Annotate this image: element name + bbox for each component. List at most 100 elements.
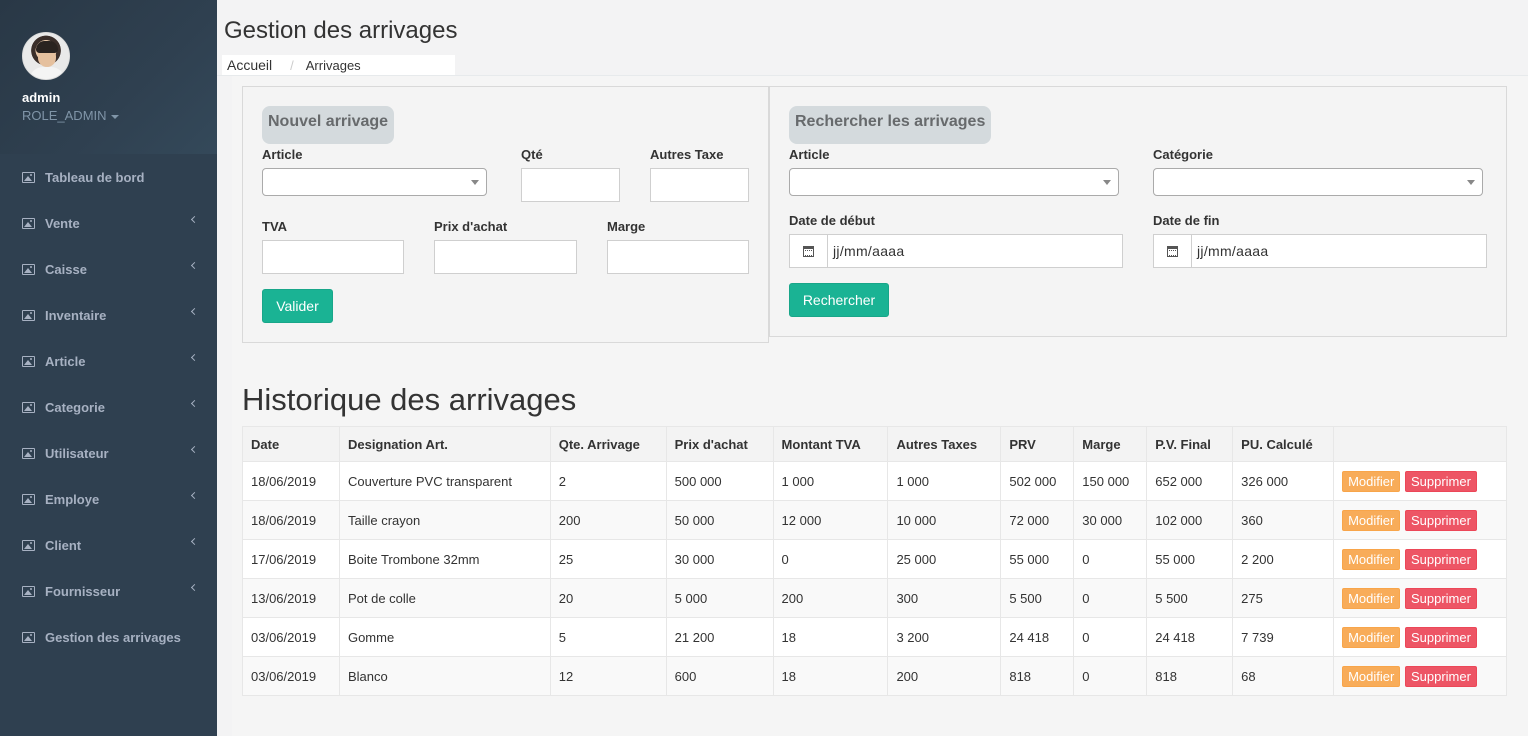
supprimer-button[interactable]: Supprimer (1404, 587, 1477, 609)
supprimer-button[interactable]: Supprimer (1404, 626, 1477, 648)
table-cell: 12 (549, 656, 667, 696)
date-fin-label: Date de fin (1153, 213, 1220, 228)
chevron-left-icon (190, 215, 199, 224)
table-cell: 2 (549, 461, 667, 501)
sidebar-item-employe[interactable]: Employe (0, 476, 217, 522)
modifier-button[interactable]: Modifier (1342, 626, 1401, 648)
sidebar-item-utilisateur[interactable]: Utilisateur (0, 430, 217, 476)
profile-section: admin ROLE_ADMIN (0, 0, 217, 154)
column-header: Montant TVA (772, 426, 889, 462)
table-cell: 72 000 (1000, 500, 1075, 540)
table-cell: 55 000 (1146, 539, 1234, 579)
search-article-select[interactable] (789, 168, 1119, 196)
date-fin-input[interactable]: jj/mm/aaaa (1192, 235, 1268, 267)
column-header: Designation Art. (338, 426, 551, 462)
sidebar-item-vente[interactable]: Vente (0, 200, 217, 246)
sidebar-item-caisse[interactable]: Caisse (0, 246, 217, 292)
avatar[interactable] (22, 32, 70, 80)
table-cell: 5 500 (1146, 578, 1234, 618)
table-cell: 0 (1073, 656, 1148, 696)
new-arrival-panel: Nouvel arrivage Article Qté Autres Taxe … (242, 86, 769, 343)
supprimer-button[interactable]: Supprimer (1404, 509, 1477, 531)
autres-taxe-label: Autres Taxe (650, 147, 724, 162)
image-icon (22, 355, 35, 367)
prix-achat-input[interactable] (434, 240, 577, 274)
table-cell: 500 000 (665, 461, 774, 501)
modifier-button[interactable]: Modifier (1342, 548, 1401, 570)
actions-cell: Modifier Supprimer (1333, 578, 1507, 618)
sidebar-item-label: Utilisateur (45, 445, 109, 461)
breadcrumb-current: Arrivages (305, 57, 361, 73)
user-role-label: ROLE_ADMIN (22, 108, 107, 123)
column-header: Date (242, 426, 340, 462)
table-cell: 600 (665, 656, 774, 696)
sidebar-item-categorie[interactable]: Categorie (0, 384, 217, 430)
supprimer-button[interactable]: Supprimer (1404, 470, 1477, 492)
article-label: Article (262, 147, 303, 162)
table-cell: Gomme (338, 617, 551, 657)
table-cell: Pot de colle (338, 578, 551, 618)
column-header: Qte. Arrivage (549, 426, 667, 462)
modifier-button[interactable]: Modifier (1342, 665, 1401, 687)
sidebar-item-label: Tableau de bord (45, 169, 145, 185)
table-cell: Blanco (338, 656, 551, 696)
sidebar-item-gestion-des-arrivages[interactable]: Gestion des arrivages (0, 614, 217, 660)
table-cell: 68 (1232, 656, 1335, 696)
modifier-button[interactable]: Modifier (1342, 470, 1401, 492)
user-role-dropdown[interactable]: ROLE_ADMIN (22, 108, 195, 123)
sidebar-item-inventaire[interactable]: Inventaire (0, 292, 217, 338)
table-cell: 818 (1000, 656, 1075, 696)
sidebar-item-article[interactable]: Article (0, 338, 217, 384)
date-debut-field[interactable]: jj/mm/aaaa (789, 234, 1123, 268)
column-header: Marge (1073, 426, 1148, 462)
table-cell: 3 200 (887, 617, 1002, 657)
image-icon (22, 539, 35, 551)
date-fin-field[interactable]: jj/mm/aaaa (1153, 234, 1487, 268)
sidebar-item-tableau-de-bord[interactable]: Tableau de bord (0, 154, 217, 200)
date-debut-addon[interactable] (790, 235, 828, 267)
table-cell: 03/06/2019 (242, 617, 340, 657)
breadcrumb-separator: / (290, 57, 294, 73)
table-cell: Boite Trombone 32mm (338, 539, 551, 579)
column-header (1333, 426, 1507, 462)
actions-cell: Modifier Supprimer (1333, 500, 1507, 540)
categorie-select[interactable] (1153, 168, 1483, 196)
sidebar-item-label: Inventaire (45, 307, 107, 323)
sidebar-item-client[interactable]: Client (0, 522, 217, 568)
chevron-left-icon (190, 307, 199, 316)
sidebar-item-fournisseur[interactable]: Fournisseur (0, 568, 217, 614)
tva-input[interactable] (262, 240, 404, 274)
sidebar-item-label: Caisse (45, 261, 87, 277)
sidebar-item-label: Article (45, 353, 86, 369)
modifier-button[interactable]: Modifier (1342, 509, 1401, 531)
table-cell: 30 000 (1073, 500, 1148, 540)
valider-button[interactable]: Valider (262, 289, 333, 323)
table-row: 18/06/2019 Taille crayon 200 50 000 12 000 10… (242, 500, 1507, 540)
table-cell: 326 000 (1232, 461, 1335, 501)
column-header: Prix d'achat (665, 426, 774, 462)
table-cell: 2 200 (1232, 539, 1335, 579)
autres-taxe-input[interactable] (650, 168, 749, 202)
rechercher-button[interactable]: Rechercher (789, 283, 889, 317)
article-select[interactable] (262, 168, 487, 196)
date-debut-input[interactable]: jj/mm/aaaa (828, 235, 904, 267)
calendar-icon (1167, 245, 1178, 257)
table-cell: 0 (1073, 539, 1148, 579)
search-panel: Rechercher les arrivages Article Catégor… (769, 86, 1507, 337)
supprimer-button[interactable]: Supprimer (1404, 548, 1477, 570)
table-row: 17/06/2019 Boite Trombone 32mm 25 30 000 0 25… (242, 539, 1507, 579)
table-cell: 24 418 (1146, 617, 1234, 657)
breadcrumb-home-link[interactable]: Accueil (227, 57, 272, 73)
modifier-button[interactable]: Modifier (1342, 587, 1401, 609)
sidebar-item-label: Vente (45, 215, 80, 231)
table-cell: 200 (772, 578, 889, 618)
qte-input[interactable] (521, 168, 620, 202)
marge-input[interactable] (607, 240, 749, 274)
image-icon (22, 171, 35, 183)
table-cell: 102 000 (1146, 500, 1234, 540)
date-fin-addon[interactable] (1154, 235, 1192, 267)
image-icon (22, 585, 35, 597)
chevron-left-icon (190, 261, 199, 270)
qte-label: Qté (521, 147, 543, 162)
supprimer-button[interactable]: Supprimer (1404, 665, 1477, 687)
